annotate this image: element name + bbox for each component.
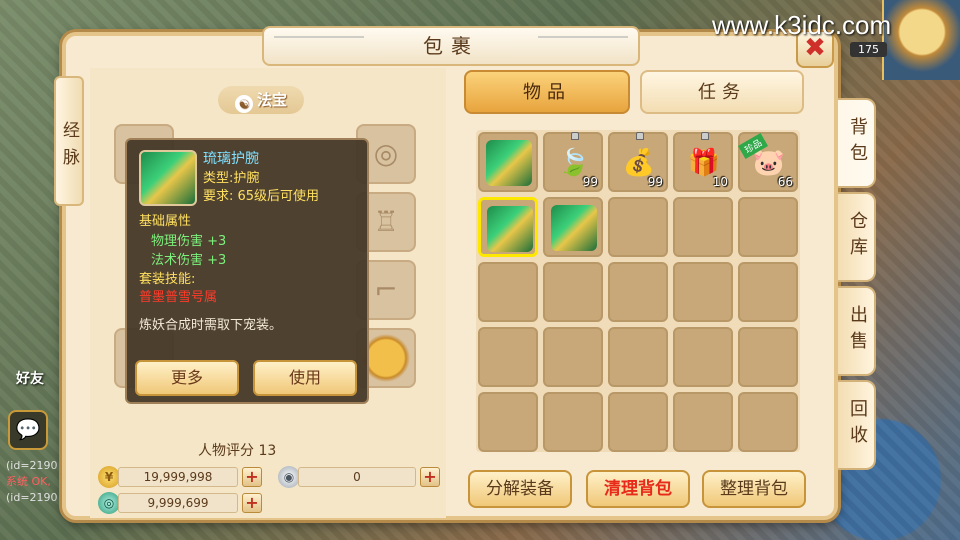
clear-bag-button[interactable]: 清理背包 (586, 470, 690, 508)
jade-coin-icon: ◎ (98, 492, 120, 514)
inventory-slot[interactable] (543, 197, 603, 257)
side-tab-warehouse[interactable]: 仓库 (838, 192, 876, 282)
add-silver-button[interactable]: + (420, 467, 440, 487)
player-avatar[interactable] (882, 0, 960, 80)
window-title: 包裹 (262, 26, 640, 66)
inventory-slot[interactable] (478, 262, 538, 322)
inventory-slot[interactable] (543, 262, 603, 322)
inventory-slot[interactable]: 🐷 珍品 66 (738, 132, 798, 192)
fabao-title-text: 法宝 (256, 91, 287, 109)
inventory-grid: 🍃 99 💰 99 🎁 10 🐷 珍品 66 (476, 130, 800, 452)
item-count: 66 (777, 175, 793, 189)
item-count: 10 (712, 175, 728, 189)
bracer-icon (551, 205, 597, 251)
title-decoration-left (274, 36, 364, 56)
add-jade-button[interactable]: + (242, 493, 262, 513)
side-tab-bag[interactable]: 背包 (838, 98, 876, 188)
inventory-slot[interactable] (738, 262, 798, 322)
bracer-icon (139, 150, 197, 206)
inventory-slot[interactable] (738, 327, 798, 387)
attr-physical: 物理伤害 +3 (151, 234, 227, 249)
jade-amount: 9,999,699 (118, 493, 238, 513)
inventory-slot[interactable] (673, 262, 733, 322)
friend-label[interactable]: 好友 (16, 368, 44, 388)
window-title-text: 包裹 (423, 34, 479, 58)
inventory-slot[interactable] (608, 262, 668, 322)
inventory-slot[interactable] (673, 197, 733, 257)
inventory-slot[interactable] (478, 132, 538, 192)
gold-amount: 19,999,998 (118, 467, 238, 487)
inventory-slot[interactable] (478, 197, 538, 257)
item-note: 炼妖合成时需取下宠装。 (139, 318, 283, 333)
inventory-slot[interactable] (543, 327, 603, 387)
inventory-slot[interactable] (673, 392, 733, 452)
item-requirement: 要求: 65级后可使用 (203, 189, 320, 204)
inventory-slot[interactable]: 💰 99 (608, 132, 668, 192)
character-rating: 人物评分 13 (198, 443, 277, 459)
inventory-slot[interactable]: 🎁 10 (673, 132, 733, 192)
set-skill-value: 普墨普雪号属 (139, 290, 218, 305)
inventory-slot[interactable] (608, 197, 668, 257)
fabao-header: ☯ 法宝 (218, 86, 304, 114)
item-type: 类型:护腕 (203, 171, 260, 186)
inventory-slot[interactable]: 🍃 99 (543, 132, 603, 192)
title-decoration-right (538, 36, 628, 56)
inventory-slot[interactable] (738, 392, 798, 452)
base-attr-title: 基础属性 (139, 214, 192, 229)
item-count: 99 (582, 175, 598, 189)
use-button[interactable]: 使用 (253, 360, 357, 396)
bracer-icon (486, 140, 532, 186)
side-tab-recycle[interactable]: 回收 (838, 380, 876, 470)
add-gold-button[interactable]: + (242, 467, 262, 487)
yin-yang-icon: ☯ (234, 95, 253, 113)
attr-magic: 法术伤害 +3 (151, 253, 227, 268)
set-skill-title: 套装技能: (139, 272, 196, 287)
inventory-slot[interactable] (608, 327, 668, 387)
item-tooltip: 琉璃护腕 类型:护腕 要求: 65级后可使用 基础属性 物理伤害 +3 法术伤害… (125, 138, 369, 404)
tab-jingmai[interactable]: 经脉 (54, 76, 84, 206)
inventory-slot[interactable] (478, 392, 538, 452)
sort-bag-button[interactable]: 整理背包 (702, 470, 806, 508)
item-name: 琉璃护腕 (203, 151, 259, 167)
lock-icon (636, 132, 644, 140)
tab-items[interactable]: 物品 (464, 70, 630, 114)
inventory-slot[interactable] (478, 327, 538, 387)
lock-icon (571, 132, 579, 140)
tab-tasks[interactable]: 任务 (640, 70, 804, 114)
inventory-slot[interactable] (673, 327, 733, 387)
more-button[interactable]: 更多 (135, 360, 239, 396)
watermark-text: www.k3idc.com (712, 10, 892, 40)
decompose-equipment-button[interactable]: 分解装备 (468, 470, 572, 508)
lock-icon (701, 132, 709, 140)
bracer-icon (487, 206, 533, 252)
silver-coin-icon: ◉ (278, 466, 300, 488)
inventory-slot[interactable] (738, 197, 798, 257)
silver-amount: 0 (298, 467, 416, 487)
item-count: 99 (647, 175, 663, 189)
side-tab-sell[interactable]: 出售 (838, 286, 876, 376)
inventory-slot[interactable] (543, 392, 603, 452)
chat-icon[interactable]: 💬 (8, 410, 48, 450)
gold-coin-icon: ¥ (98, 466, 120, 488)
inventory-slot[interactable] (608, 392, 668, 452)
player-level: 175 (850, 42, 887, 57)
